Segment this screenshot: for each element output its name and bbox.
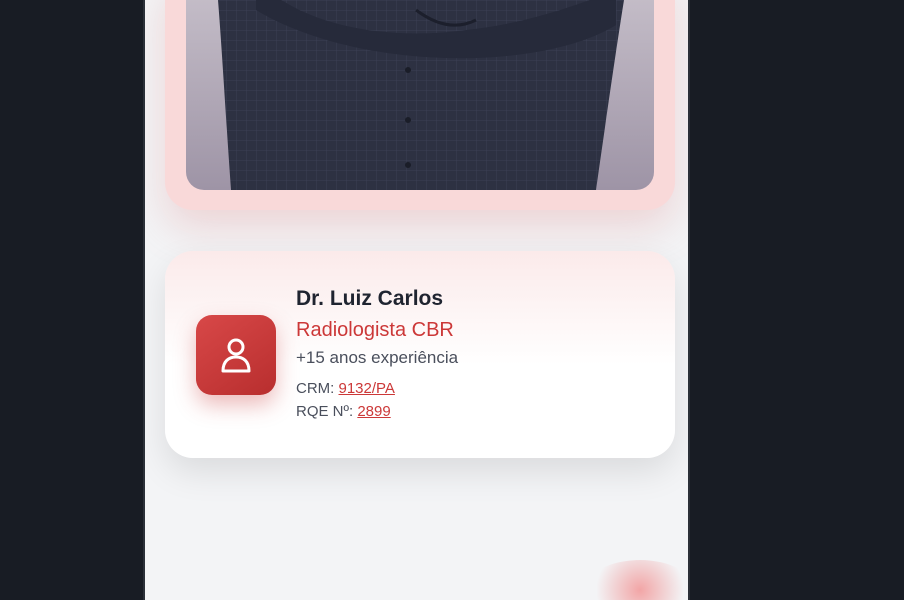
decorative-glow xyxy=(585,560,688,600)
doctor-name: Dr. Luiz Carlos xyxy=(296,287,444,310)
doctor-photo xyxy=(186,0,654,190)
doctor-experience: +15 anos experiência xyxy=(296,348,459,367)
doctor-photo-card xyxy=(165,0,675,210)
crm-label: CRM: xyxy=(296,380,339,397)
user-icon xyxy=(196,315,276,395)
rqe-row: RQE Nº: 2899 xyxy=(296,403,458,420)
doctor-details: Dr. Luiz Carlos Radiologista CBR +15 ano… xyxy=(296,287,458,426)
doctor-info-card: Dr. Luiz Carlos Radiologista CBR +15 ano… xyxy=(165,251,675,458)
mobile-frame: Dr. Luiz Carlos Radiologista CBR +15 ano… xyxy=(143,0,690,600)
crm-row: CRM: 9132/PA xyxy=(296,380,458,397)
rqe-link[interactable]: 2899 xyxy=(357,403,390,420)
crm-link[interactable]: 9132/PA xyxy=(339,380,395,397)
doctor-specialty: Radiologista CBR xyxy=(296,319,454,341)
rqe-label: RQE Nº: xyxy=(296,403,358,420)
